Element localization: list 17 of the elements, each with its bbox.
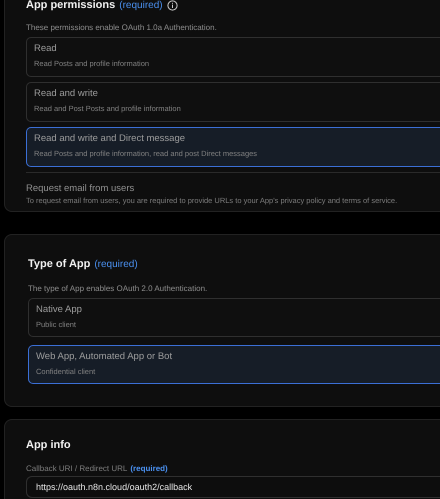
section-title: App permissions — [26, 0, 116, 11]
section-title: App info — [26, 439, 72, 451]
info-icon[interactable] — [166, 0, 178, 10]
required-label: (required) — [119, 0, 163, 10]
option-title: Native App — [36, 304, 83, 315]
option-title: Read and write and Direct message — [34, 133, 186, 144]
required-label: (required) — [94, 258, 138, 270]
callback-url-field[interactable]: https://oauth.n8n.cloud/oauth2/callback — [26, 476, 440, 498]
section-description: These permissions enable OAuth 1.0a Authentication. — [26, 23, 218, 32]
field-label: Callback URI / Redirect URL — [26, 464, 128, 473]
email-request-title: Request email from users — [26, 183, 136, 194]
option-title: Read and write — [34, 88, 99, 99]
option-title: Web App, Automated App or Bot — [36, 351, 174, 362]
option-title: Read — [34, 43, 58, 54]
section-description: The type of App enables OAuth 2.0 Authentication. — [28, 284, 208, 293]
required-label: (required) — [130, 464, 168, 473]
section-title: Type of App — [28, 258, 90, 270]
